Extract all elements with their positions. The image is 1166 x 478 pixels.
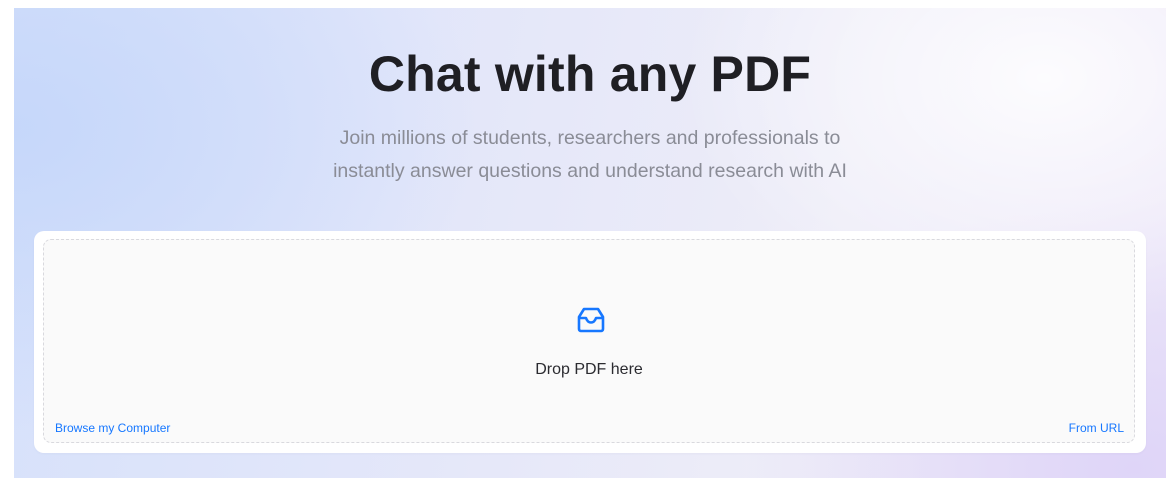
page-subtitle: Join millions of students, researchers a… [290,122,890,188]
hero-section: Chat with any PDF Join millions of stude… [14,8,1166,478]
inbox-icon [577,307,605,333]
from-url-link[interactable]: From URL [1069,421,1124,435]
page-title: Chat with any PDF [368,46,812,102]
upload-card: Drop PDF here Browse my Computer From UR… [34,231,1146,453]
subtitle-line-1: Join millions of students, researchers a… [339,127,841,149]
subtitle-line-2: instantly answer questions and understan… [333,160,847,182]
browse-computer-link[interactable]: Browse my Computer [55,421,170,435]
pdf-dropzone[interactable]: Drop PDF here Browse my Computer From UR… [43,239,1135,443]
drop-pdf-label: Drop PDF here [535,361,643,378]
